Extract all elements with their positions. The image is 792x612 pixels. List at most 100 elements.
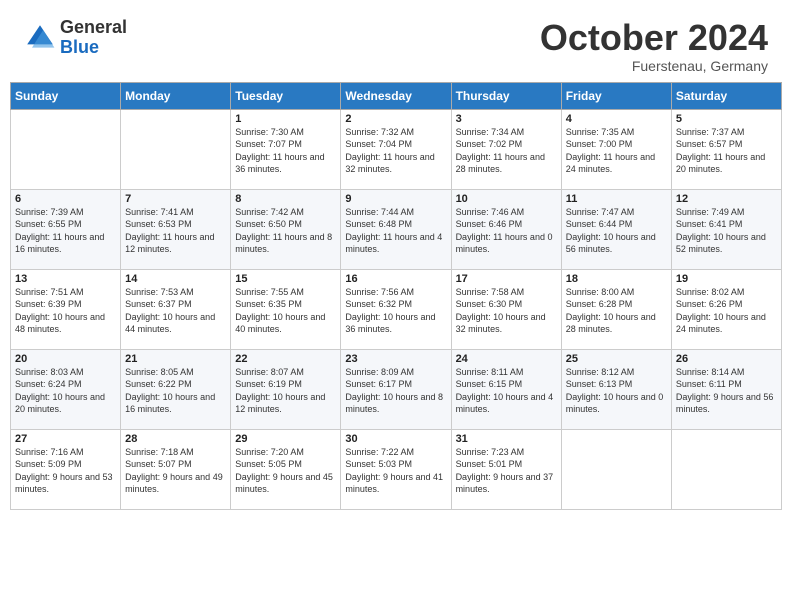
day-detail: Sunrise: 8:12 AMSunset: 6:13 PMDaylight:… <box>566 366 667 416</box>
day-detail: Sunrise: 8:03 AMSunset: 6:24 PMDaylight:… <box>15 366 116 416</box>
day-number: 9 <box>345 193 446 205</box>
day-detail: Sunrise: 7:41 AMSunset: 6:53 PMDaylight:… <box>125 206 226 256</box>
calendar-day-cell <box>671 429 781 509</box>
day-number: 11 <box>566 193 667 205</box>
month-title: October 2024 <box>540 18 768 58</box>
calendar-day-cell: 15Sunrise: 7:55 AMSunset: 6:35 PMDayligh… <box>231 269 341 349</box>
day-detail: Sunrise: 8:14 AMSunset: 6:11 PMDaylight:… <box>676 366 777 416</box>
day-number: 6 <box>15 193 116 205</box>
day-detail: Sunrise: 8:09 AMSunset: 6:17 PMDaylight:… <box>345 366 446 416</box>
day-detail: Sunrise: 7:30 AMSunset: 7:07 PMDaylight:… <box>235 126 336 176</box>
title-block: October 2024 Fuerstenau, Germany <box>540 18 768 74</box>
weekday-header-tuesday: Tuesday <box>231 82 341 109</box>
calendar-week-row: 20Sunrise: 8:03 AMSunset: 6:24 PMDayligh… <box>11 349 782 429</box>
day-number: 31 <box>456 433 557 445</box>
page-header: General Blue October 2024 Fuerstenau, Ge… <box>0 0 792 82</box>
day-number: 15 <box>235 273 336 285</box>
day-detail: Sunrise: 7:20 AMSunset: 5:05 PMDaylight:… <box>235 446 336 496</box>
calendar-day-cell: 29Sunrise: 7:20 AMSunset: 5:05 PMDayligh… <box>231 429 341 509</box>
location-subtitle: Fuerstenau, Germany <box>540 58 768 74</box>
day-number: 25 <box>566 353 667 365</box>
day-detail: Sunrise: 8:05 AMSunset: 6:22 PMDaylight:… <box>125 366 226 416</box>
calendar-day-cell <box>11 109 121 189</box>
calendar-day-cell: 13Sunrise: 7:51 AMSunset: 6:39 PMDayligh… <box>11 269 121 349</box>
calendar-day-cell: 2Sunrise: 7:32 AMSunset: 7:04 PMDaylight… <box>341 109 451 189</box>
day-number: 14 <box>125 273 226 285</box>
calendar-day-cell: 6Sunrise: 7:39 AMSunset: 6:55 PMDaylight… <box>11 189 121 269</box>
day-number: 10 <box>456 193 557 205</box>
day-detail: Sunrise: 7:46 AMSunset: 6:46 PMDaylight:… <box>456 206 557 256</box>
calendar-day-cell: 10Sunrise: 7:46 AMSunset: 6:46 PMDayligh… <box>451 189 561 269</box>
calendar-day-cell <box>561 429 671 509</box>
day-number: 22 <box>235 353 336 365</box>
calendar-container: SundayMondayTuesdayWednesdayThursdayFrid… <box>0 82 792 520</box>
calendar-day-cell: 23Sunrise: 8:09 AMSunset: 6:17 PMDayligh… <box>341 349 451 429</box>
day-detail: Sunrise: 8:11 AMSunset: 6:15 PMDaylight:… <box>456 366 557 416</box>
day-number: 4 <box>566 113 667 125</box>
weekday-header-monday: Monday <box>121 82 231 109</box>
weekday-header-saturday: Saturday <box>671 82 781 109</box>
day-detail: Sunrise: 8:00 AMSunset: 6:28 PMDaylight:… <box>566 286 667 336</box>
calendar-day-cell: 26Sunrise: 8:14 AMSunset: 6:11 PMDayligh… <box>671 349 781 429</box>
day-detail: Sunrise: 7:44 AMSunset: 6:48 PMDaylight:… <box>345 206 446 256</box>
day-number: 28 <box>125 433 226 445</box>
calendar-table: SundayMondayTuesdayWednesdayThursdayFrid… <box>10 82 782 510</box>
day-detail: Sunrise: 7:39 AMSunset: 6:55 PMDaylight:… <box>15 206 116 256</box>
calendar-day-cell: 14Sunrise: 7:53 AMSunset: 6:37 PMDayligh… <box>121 269 231 349</box>
day-number: 27 <box>15 433 116 445</box>
calendar-day-cell: 25Sunrise: 8:12 AMSunset: 6:13 PMDayligh… <box>561 349 671 429</box>
day-detail: Sunrise: 7:58 AMSunset: 6:30 PMDaylight:… <box>456 286 557 336</box>
day-detail: Sunrise: 7:37 AMSunset: 6:57 PMDaylight:… <box>676 126 777 176</box>
day-detail: Sunrise: 7:42 AMSunset: 6:50 PMDaylight:… <box>235 206 336 256</box>
weekday-header-row: SundayMondayTuesdayWednesdayThursdayFrid… <box>11 82 782 109</box>
calendar-body: 1Sunrise: 7:30 AMSunset: 7:07 PMDaylight… <box>11 109 782 509</box>
day-number: 29 <box>235 433 336 445</box>
day-detail: Sunrise: 7:22 AMSunset: 5:03 PMDaylight:… <box>345 446 446 496</box>
calendar-week-row: 27Sunrise: 7:16 AMSunset: 5:09 PMDayligh… <box>11 429 782 509</box>
calendar-day-cell: 18Sunrise: 8:00 AMSunset: 6:28 PMDayligh… <box>561 269 671 349</box>
day-detail: Sunrise: 7:47 AMSunset: 6:44 PMDaylight:… <box>566 206 667 256</box>
calendar-header: SundayMondayTuesdayWednesdayThursdayFrid… <box>11 82 782 109</box>
day-number: 13 <box>15 273 116 285</box>
calendar-day-cell <box>121 109 231 189</box>
calendar-day-cell: 19Sunrise: 8:02 AMSunset: 6:26 PMDayligh… <box>671 269 781 349</box>
calendar-day-cell: 9Sunrise: 7:44 AMSunset: 6:48 PMDaylight… <box>341 189 451 269</box>
calendar-day-cell: 17Sunrise: 7:58 AMSunset: 6:30 PMDayligh… <box>451 269 561 349</box>
calendar-day-cell: 12Sunrise: 7:49 AMSunset: 6:41 PMDayligh… <box>671 189 781 269</box>
day-detail: Sunrise: 7:16 AMSunset: 5:09 PMDaylight:… <box>15 446 116 496</box>
weekday-header-sunday: Sunday <box>11 82 121 109</box>
day-detail: Sunrise: 7:49 AMSunset: 6:41 PMDaylight:… <box>676 206 777 256</box>
day-detail: Sunrise: 7:35 AMSunset: 7:00 PMDaylight:… <box>566 126 667 176</box>
logo-icon <box>24 22 56 54</box>
day-detail: Sunrise: 7:18 AMSunset: 5:07 PMDaylight:… <box>125 446 226 496</box>
calendar-week-row: 13Sunrise: 7:51 AMSunset: 6:39 PMDayligh… <box>11 269 782 349</box>
day-number: 30 <box>345 433 446 445</box>
logo: General Blue <box>24 18 127 58</box>
day-number: 26 <box>676 353 777 365</box>
day-detail: Sunrise: 8:02 AMSunset: 6:26 PMDaylight:… <box>676 286 777 336</box>
calendar-day-cell: 16Sunrise: 7:56 AMSunset: 6:32 PMDayligh… <box>341 269 451 349</box>
calendar-week-row: 1Sunrise: 7:30 AMSunset: 7:07 PMDaylight… <box>11 109 782 189</box>
day-detail: Sunrise: 7:56 AMSunset: 6:32 PMDaylight:… <box>345 286 446 336</box>
calendar-day-cell: 4Sunrise: 7:35 AMSunset: 7:00 PMDaylight… <box>561 109 671 189</box>
day-number: 20 <box>15 353 116 365</box>
day-number: 2 <box>345 113 446 125</box>
calendar-week-row: 6Sunrise: 7:39 AMSunset: 6:55 PMDaylight… <box>11 189 782 269</box>
day-number: 24 <box>456 353 557 365</box>
calendar-day-cell: 20Sunrise: 8:03 AMSunset: 6:24 PMDayligh… <box>11 349 121 429</box>
day-detail: Sunrise: 7:55 AMSunset: 6:35 PMDaylight:… <box>235 286 336 336</box>
weekday-header-wednesday: Wednesday <box>341 82 451 109</box>
day-detail: Sunrise: 7:51 AMSunset: 6:39 PMDaylight:… <box>15 286 116 336</box>
day-number: 1 <box>235 113 336 125</box>
calendar-day-cell: 11Sunrise: 7:47 AMSunset: 6:44 PMDayligh… <box>561 189 671 269</box>
day-number: 17 <box>456 273 557 285</box>
day-detail: Sunrise: 7:32 AMSunset: 7:04 PMDaylight:… <box>345 126 446 176</box>
logo-blue-text: Blue <box>60 38 127 58</box>
calendar-day-cell: 1Sunrise: 7:30 AMSunset: 7:07 PMDaylight… <box>231 109 341 189</box>
calendar-day-cell: 7Sunrise: 7:41 AMSunset: 6:53 PMDaylight… <box>121 189 231 269</box>
calendar-day-cell: 3Sunrise: 7:34 AMSunset: 7:02 PMDaylight… <box>451 109 561 189</box>
calendar-day-cell: 21Sunrise: 8:05 AMSunset: 6:22 PMDayligh… <box>121 349 231 429</box>
day-detail: Sunrise: 8:07 AMSunset: 6:19 PMDaylight:… <box>235 366 336 416</box>
calendar-day-cell: 24Sunrise: 8:11 AMSunset: 6:15 PMDayligh… <box>451 349 561 429</box>
day-number: 19 <box>676 273 777 285</box>
